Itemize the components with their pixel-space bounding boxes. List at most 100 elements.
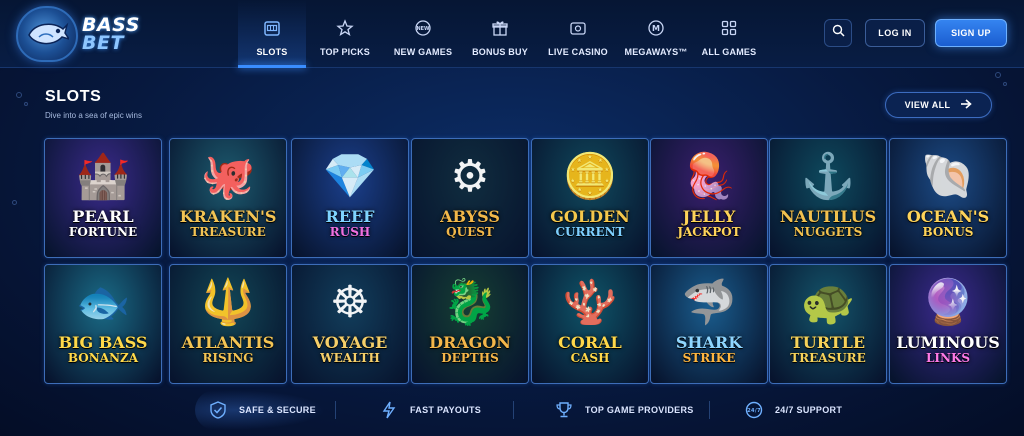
game-title-line2: WEALTH bbox=[320, 351, 380, 365]
game-tile[interactable]: 🪸 CORAL CASH bbox=[531, 264, 649, 384]
lightning-icon bbox=[380, 401, 398, 419]
game-tile[interactable]: 🐚 OCEAN'S BONUS bbox=[889, 138, 1007, 258]
diamond-icon: 💎 bbox=[322, 152, 378, 201]
game-title-line2: BONANZA bbox=[67, 351, 139, 365]
game-title-line1: KRAKEN'S bbox=[179, 207, 277, 226]
nav-label: MEGAWAYS™ bbox=[624, 47, 688, 57]
game-title-line2: RISING bbox=[202, 351, 254, 365]
submarine-icon: ⚙ bbox=[450, 152, 490, 201]
game-title-line1: VOYAGE bbox=[312, 333, 388, 352]
game-tile[interactable]: ⚓ NAUTILUS NUGGETS bbox=[769, 138, 887, 258]
svg-text:NEW: NEW bbox=[416, 26, 430, 32]
game-title-line2: LINKS bbox=[925, 351, 971, 365]
game-tile[interactable]: ☸ VOYAGE WEALTH bbox=[291, 264, 409, 384]
jellyfish-icon: 🪼 bbox=[681, 152, 737, 201]
game-tile[interactable]: 🪙 GOLDEN CURRENT bbox=[531, 138, 649, 258]
glowing-pearl-icon: 🔮 bbox=[920, 278, 976, 327]
nav-label: ALL GAMES bbox=[701, 47, 757, 57]
search-icon bbox=[832, 24, 845, 42]
game-title-line1: GOLDEN bbox=[550, 207, 630, 226]
game-title-line2: FORTUNE bbox=[68, 225, 138, 239]
section-subtitle: Dive into a sea of epic wins bbox=[45, 111, 142, 120]
clock-24-icon: 24/7 bbox=[745, 401, 763, 419]
main-nav: SLOTS TOP PICKS NEW NEW GAMES BONUS BUY … bbox=[238, 0, 764, 68]
nav-item-new-games[interactable]: NEW NEW GAMES bbox=[384, 0, 462, 68]
game-tile[interactable]: 🏰 PEARL FORTUNE bbox=[44, 138, 162, 258]
trident-icon: 🔱 bbox=[200, 278, 256, 327]
game-tile[interactable]: 🦈 SHARK STRIKE bbox=[650, 264, 768, 384]
ship-wheel-icon: ☸ bbox=[330, 278, 370, 327]
megaways-m-icon: M bbox=[646, 18, 666, 38]
nav-label: LIVE CASINO bbox=[548, 47, 608, 57]
turtle-icon: 🐢 bbox=[800, 278, 856, 327]
top-header: BASS BET SLOTS TOP PICKS NEW NEW GAMES B… bbox=[0, 0, 1024, 68]
game-title-line2: NUGGETS bbox=[793, 225, 863, 239]
search-button[interactable] bbox=[824, 19, 852, 47]
nav-label: NEW GAMES bbox=[393, 47, 453, 57]
view-all-label: VIEW ALL bbox=[904, 100, 951, 110]
nav-item-slots[interactable]: SLOTS bbox=[238, 0, 306, 68]
bubble-decoration bbox=[12, 200, 17, 205]
features-bar: SAFE & SECURE FAST PAYOUTS TOP GAME PROV… bbox=[195, 392, 895, 428]
game-title-line1: CORAL bbox=[558, 333, 622, 352]
game-title-line1: SHARK bbox=[675, 333, 743, 352]
login-button[interactable]: LOG IN bbox=[865, 19, 925, 47]
game-tile[interactable]: 🐉 DRAGON DEPTHS bbox=[411, 264, 529, 384]
bass-fish-icon: 🐟 bbox=[75, 278, 131, 327]
bass-fish-logo-icon bbox=[16, 6, 78, 62]
live-camera-icon bbox=[568, 18, 588, 38]
game-tile[interactable]: 💎 REEF RUSH bbox=[291, 138, 409, 258]
game-title-line2: RUSH bbox=[329, 225, 371, 239]
game-title-line1: REEF bbox=[325, 207, 375, 226]
game-tile[interactable]: 🔱 ATLANTIS RISING bbox=[169, 264, 287, 384]
game-title-line2: TREASURE bbox=[190, 225, 266, 239]
feature-fast-payouts: FAST PAYOUTS bbox=[380, 392, 481, 428]
feature-safe-secure: SAFE & SECURE bbox=[209, 392, 316, 428]
game-tile[interactable]: ⚙ ABYSS QUEST bbox=[411, 138, 529, 258]
feature-support: 24/7 24/7 SUPPORT bbox=[745, 392, 842, 428]
view-all-button[interactable]: VIEW ALL bbox=[885, 92, 992, 118]
castle-pearl-icon: 🏰 bbox=[75, 152, 131, 201]
nav-label: BONUS BUY bbox=[472, 47, 528, 57]
signup-button[interactable]: SIGN UP bbox=[935, 19, 1007, 47]
game-tile[interactable]: 🐙 KRAKEN'S TREASURE bbox=[169, 138, 287, 258]
game-title-line1: JELLY bbox=[682, 207, 736, 226]
game-tile[interactable]: 🪼 JELLY JACKPOT bbox=[650, 138, 768, 258]
nav-item-top-picks[interactable]: TOP PICKS bbox=[306, 0, 384, 68]
game-title-line1: DRAGON bbox=[429, 333, 511, 352]
nav-item-bonus-buy[interactable]: BONUS BUY bbox=[462, 0, 538, 68]
nav-item-live-casino[interactable]: LIVE CASINO bbox=[538, 0, 618, 68]
game-tile[interactable]: 🔮 LUMINOUS LINKS bbox=[889, 264, 1007, 384]
game-title-line2: TREASURE bbox=[790, 351, 866, 365]
grid-icon bbox=[719, 18, 739, 38]
nav-item-all-games[interactable]: ALL GAMES bbox=[694, 0, 764, 68]
feature-divider bbox=[335, 401, 336, 419]
anchor-icon: ⚓ bbox=[800, 152, 856, 201]
feature-label: FAST PAYOUTS bbox=[410, 405, 482, 415]
slot-machine-icon bbox=[262, 18, 282, 38]
sea-dragon-icon: 🐉 bbox=[442, 278, 498, 327]
feature-label: SAFE & SECURE bbox=[239, 405, 316, 415]
bubble-decoration bbox=[1003, 82, 1007, 86]
nav-label: SLOTS bbox=[256, 47, 288, 57]
game-title-line1: TURTLE bbox=[790, 333, 866, 352]
shark-icon: 🦈 bbox=[681, 278, 737, 327]
octopus-icon: 🐙 bbox=[200, 152, 256, 201]
game-title-line1: BIG BASS bbox=[58, 333, 148, 352]
pearl-shell-icon: 🐚 bbox=[920, 152, 976, 201]
game-title-line2: BONUS bbox=[922, 225, 974, 239]
bubble-decoration bbox=[16, 92, 22, 98]
svg-text:M: M bbox=[652, 24, 660, 33]
game-tile[interactable]: 🐢 TURTLE TREASURE bbox=[769, 264, 887, 384]
game-title-line2: QUEST bbox=[446, 225, 494, 239]
brand-logo[interactable]: BASS BET bbox=[16, 6, 156, 62]
nav-item-megaways[interactable]: M MEGAWAYS™ bbox=[618, 0, 694, 68]
brand-name-line2: BET bbox=[82, 32, 124, 54]
game-title-line1: NAUTILUS bbox=[779, 207, 877, 226]
game-grid: 🏰 PEARL FORTUNE 🐙 KRAKEN'S TREASURE 💎 REEF RUSH ⚙… bbox=[44, 138, 1007, 384]
coral-icon: 🪸 bbox=[562, 278, 618, 327]
game-tile[interactable]: 🐟 BIG BASS BONANZA bbox=[44, 264, 162, 384]
game-title-line2: CASH bbox=[570, 351, 610, 365]
game-title-line2: CURRENT bbox=[555, 225, 625, 239]
feature-top-providers: TOP GAME PROVIDERS bbox=[555, 392, 694, 428]
